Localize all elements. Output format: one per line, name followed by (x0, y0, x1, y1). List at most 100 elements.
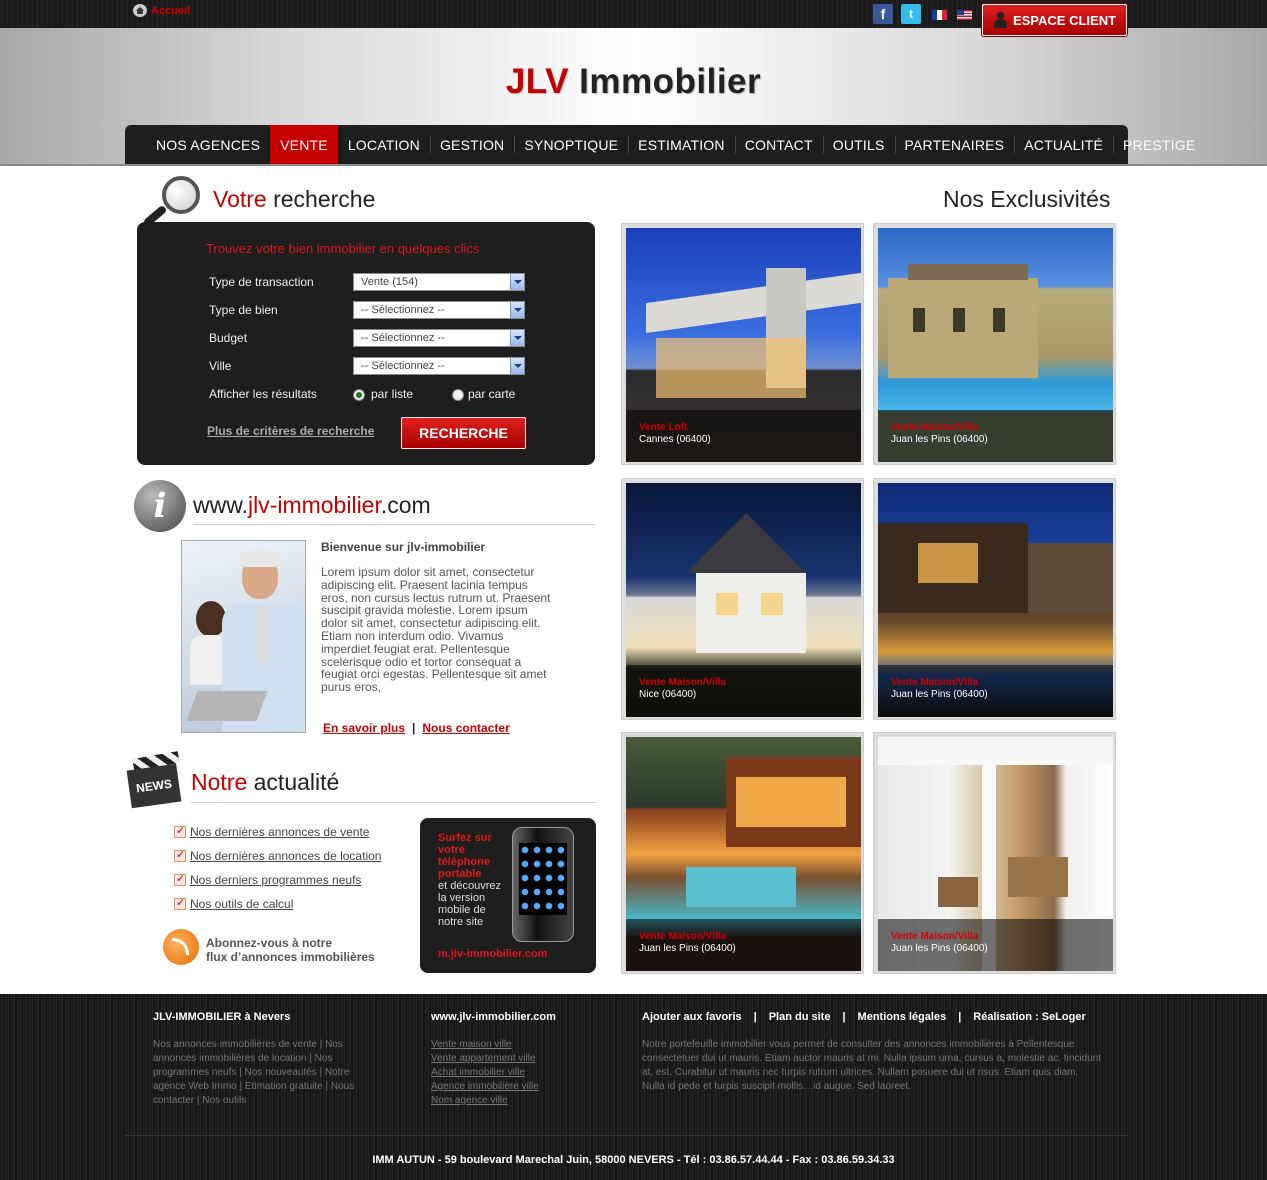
footer-link[interactable]: Agence immobilière ville (431, 1080, 539, 1094)
rss-icon[interactable] (163, 929, 199, 965)
contact-us-link[interactable]: Nous contacter (422, 721, 509, 735)
nav-item-outils[interactable]: OUTILS (822, 125, 895, 164)
listing-type: Vente Maison/Villa (639, 677, 727, 688)
nav-item-location[interactable]: LOCATION (338, 125, 430, 164)
listing-photo[interactable]: Vente Maison/Villa Juan les Pins (06400) (878, 737, 1113, 971)
property-type-label: Type de bien (209, 303, 278, 317)
chevron-down-icon[interactable] (510, 274, 524, 290)
footer-divider (125, 1135, 1128, 1136)
property-type-select[interactable]: -- Sélectionnez -- (353, 301, 525, 319)
agent-photo (181, 540, 306, 733)
city-label: Ville (209, 359, 232, 373)
footer: JLV-IMMOBILIER à Nevers Nos annonces imm… (0, 994, 1267, 1180)
budget-select[interactable]: -- Sélectionnez -- (353, 329, 525, 347)
flag-usa-icon[interactable] (957, 10, 972, 20)
listing-photo[interactable]: Vente Maison/Villa Juan les Pins (06400) (626, 737, 861, 971)
nav-item-synoptique[interactable]: SYNOPTIQUE (514, 125, 628, 164)
footer-description: Notre portefeuille immobilier vous perme… (642, 1039, 1102, 1092)
radio-map[interactable] (452, 389, 464, 401)
listing-card[interactable]: Vente Maison/Villa Nice (06400) (621, 478, 864, 720)
mobile-site-link[interactable]: m.jlv-immobilier.com (438, 948, 547, 960)
learn-more-link[interactable]: En savoir plus (323, 721, 405, 735)
nav-item-estimation[interactable]: ESTIMATION (628, 125, 735, 164)
user-icon (993, 12, 1007, 28)
sitemap-link[interactable]: Plan du site (769, 1011, 831, 1023)
search-form-title: Trouvez votre bien immobilier en quelque… (206, 241, 480, 256)
home-link[interactable]: Accueil (151, 5, 190, 17)
city-select[interactable]: -- Sélectionnez -- (353, 357, 525, 375)
footer-link[interactable]: Nom agence ville (431, 1094, 539, 1108)
espace-client-label: ESPACE CLIENT (1012, 12, 1117, 28)
welcome-heading: Bienvenue sur jlv-immobilier (321, 540, 486, 554)
twitter-icon[interactable]: t (901, 4, 921, 24)
budget-label: Budget (209, 331, 248, 345)
add-favorites-link[interactable]: Ajouter aux favoris (642, 1011, 742, 1023)
list-item[interactable]: Nos outils de calcul (174, 896, 293, 911)
nav-item-nos-agences[interactable]: NOS AGENCES (146, 125, 270, 164)
display-results-label: Afficher les résultats (209, 387, 317, 401)
mobile-promo-banner[interactable]: Surfez sur votre téléphone portable et d… (420, 818, 596, 973)
radio-list[interactable] (353, 389, 365, 401)
nav-item-contact[interactable]: CONTACT (734, 125, 823, 164)
footer-link[interactable]: Vente maison ville (431, 1038, 539, 1052)
welcome-text: Lorem ipsum dolor sit amet, consectetur … (321, 565, 551, 695)
footer-link[interactable]: Vente appartement ville (431, 1052, 539, 1066)
chevron-down-icon[interactable] (510, 330, 524, 346)
listing-caption: Vente Maison/Villa Nice (06400) (626, 665, 861, 717)
listing-photo[interactable]: Vente Maison/Villa Juan les Pins (06400) (878, 228, 1113, 462)
listing-photo[interactable]: Vente Maison/Villa Nice (06400) (626, 483, 861, 717)
footer-col1-links[interactable]: Nos annonces immobilières de vente | Nos… (153, 1038, 358, 1108)
divider (191, 802, 596, 803)
check-icon (174, 896, 186, 910)
transaction-type-select[interactable]: Vente (154) (353, 273, 525, 291)
listing-type: Vente Maison/Villa (639, 931, 727, 942)
espace-client-button[interactable]: ESPACE CLIENT (982, 4, 1127, 36)
listing-card[interactable]: Vente Maison/Villa Juan les Pins (06400) (621, 732, 864, 974)
search-button[interactable]: RECHERCHE (401, 417, 526, 449)
rss-subscribe-link[interactable]: Abonnez-vous à notre flux d’annonces immo… (206, 936, 375, 964)
header: JLV Immobilier NOS AGENCES VENTE LOCATIO… (0, 28, 1267, 166)
more-criteria-link[interactable]: Plus de critères de recherche (207, 424, 374, 438)
news-link-rentals[interactable]: Nos dernières annonces de location (190, 849, 381, 863)
list-item[interactable]: Nos dernières annonces de vente (174, 824, 369, 839)
list-item[interactable]: Nos derniers programmes neufs (174, 872, 361, 887)
news-clapperboard-icon: NEWS (126, 751, 182, 809)
facebook-icon[interactable]: f (873, 4, 893, 24)
info-icon: i (134, 480, 186, 532)
radio-list-label[interactable]: par liste (371, 387, 413, 401)
list-item[interactable]: Nos dernières annonces de location (174, 848, 381, 863)
check-icon (174, 824, 186, 838)
listing-photo[interactable]: Vente Maison/Villa Juan les Pins (06400) (878, 483, 1113, 717)
menu-separator: | (958, 1011, 962, 1023)
listing-city: Cannes (06400) (639, 434, 711, 445)
credits-link[interactable]: Réalisation : SeLoger (973, 1011, 1085, 1023)
radio-map-label[interactable]: par carte (468, 387, 515, 401)
listing-type: Vente Loft (639, 422, 688, 433)
home-icon[interactable] (133, 4, 147, 17)
listing-card[interactable]: Vente Maison/Villa Juan les Pins (06400) (873, 223, 1116, 465)
listing-card[interactable]: Vente Maison/Villa Juan les Pins (06400) (873, 732, 1116, 974)
legal-notice-link[interactable]: Mentions légales (858, 1011, 947, 1023)
nav-item-partenaires[interactable]: PARTENAIRES (894, 125, 1015, 164)
home-link-group[interactable]: Accueil (133, 4, 190, 17)
site-logo[interactable]: JLV Immobilier (0, 62, 1267, 102)
news-link-new-programs[interactable]: Nos derniers programmes neufs (190, 873, 361, 887)
logo-red-part: JLV (505, 62, 569, 101)
footer-link[interactable]: Achat immobilier ville (431, 1066, 539, 1080)
menu-separator: | (842, 1011, 846, 1023)
listing-caption: Vente Maison/Villa Juan les Pins (06400) (878, 410, 1113, 462)
nav-item-prestige[interactable]: PRESTIGE (1113, 125, 1205, 164)
listing-card[interactable]: Vente Maison/Villa Juan les Pins (06400) (873, 478, 1116, 720)
chevron-down-icon[interactable] (510, 358, 524, 374)
nav-item-vente[interactable]: VENTE (270, 125, 338, 164)
news-link-tools[interactable]: Nos outils de calcul (190, 897, 293, 911)
listing-card[interactable]: Vente Loft Cannes (06400) (621, 223, 864, 465)
news-link-sales[interactable]: Nos dernières annonces de vente (190, 825, 369, 839)
nav-item-gestion[interactable]: GESTION (429, 125, 514, 164)
chevron-down-icon[interactable] (510, 302, 524, 318)
flag-france-icon[interactable] (932, 10, 947, 20)
nav-item-actualite[interactable]: ACTUALITÉ (1014, 125, 1113, 164)
listing-caption: Vente Loft Cannes (06400) (626, 410, 861, 462)
listing-photo[interactable]: Vente Loft Cannes (06400) (626, 228, 861, 462)
menu-separator: | (753, 1011, 757, 1023)
